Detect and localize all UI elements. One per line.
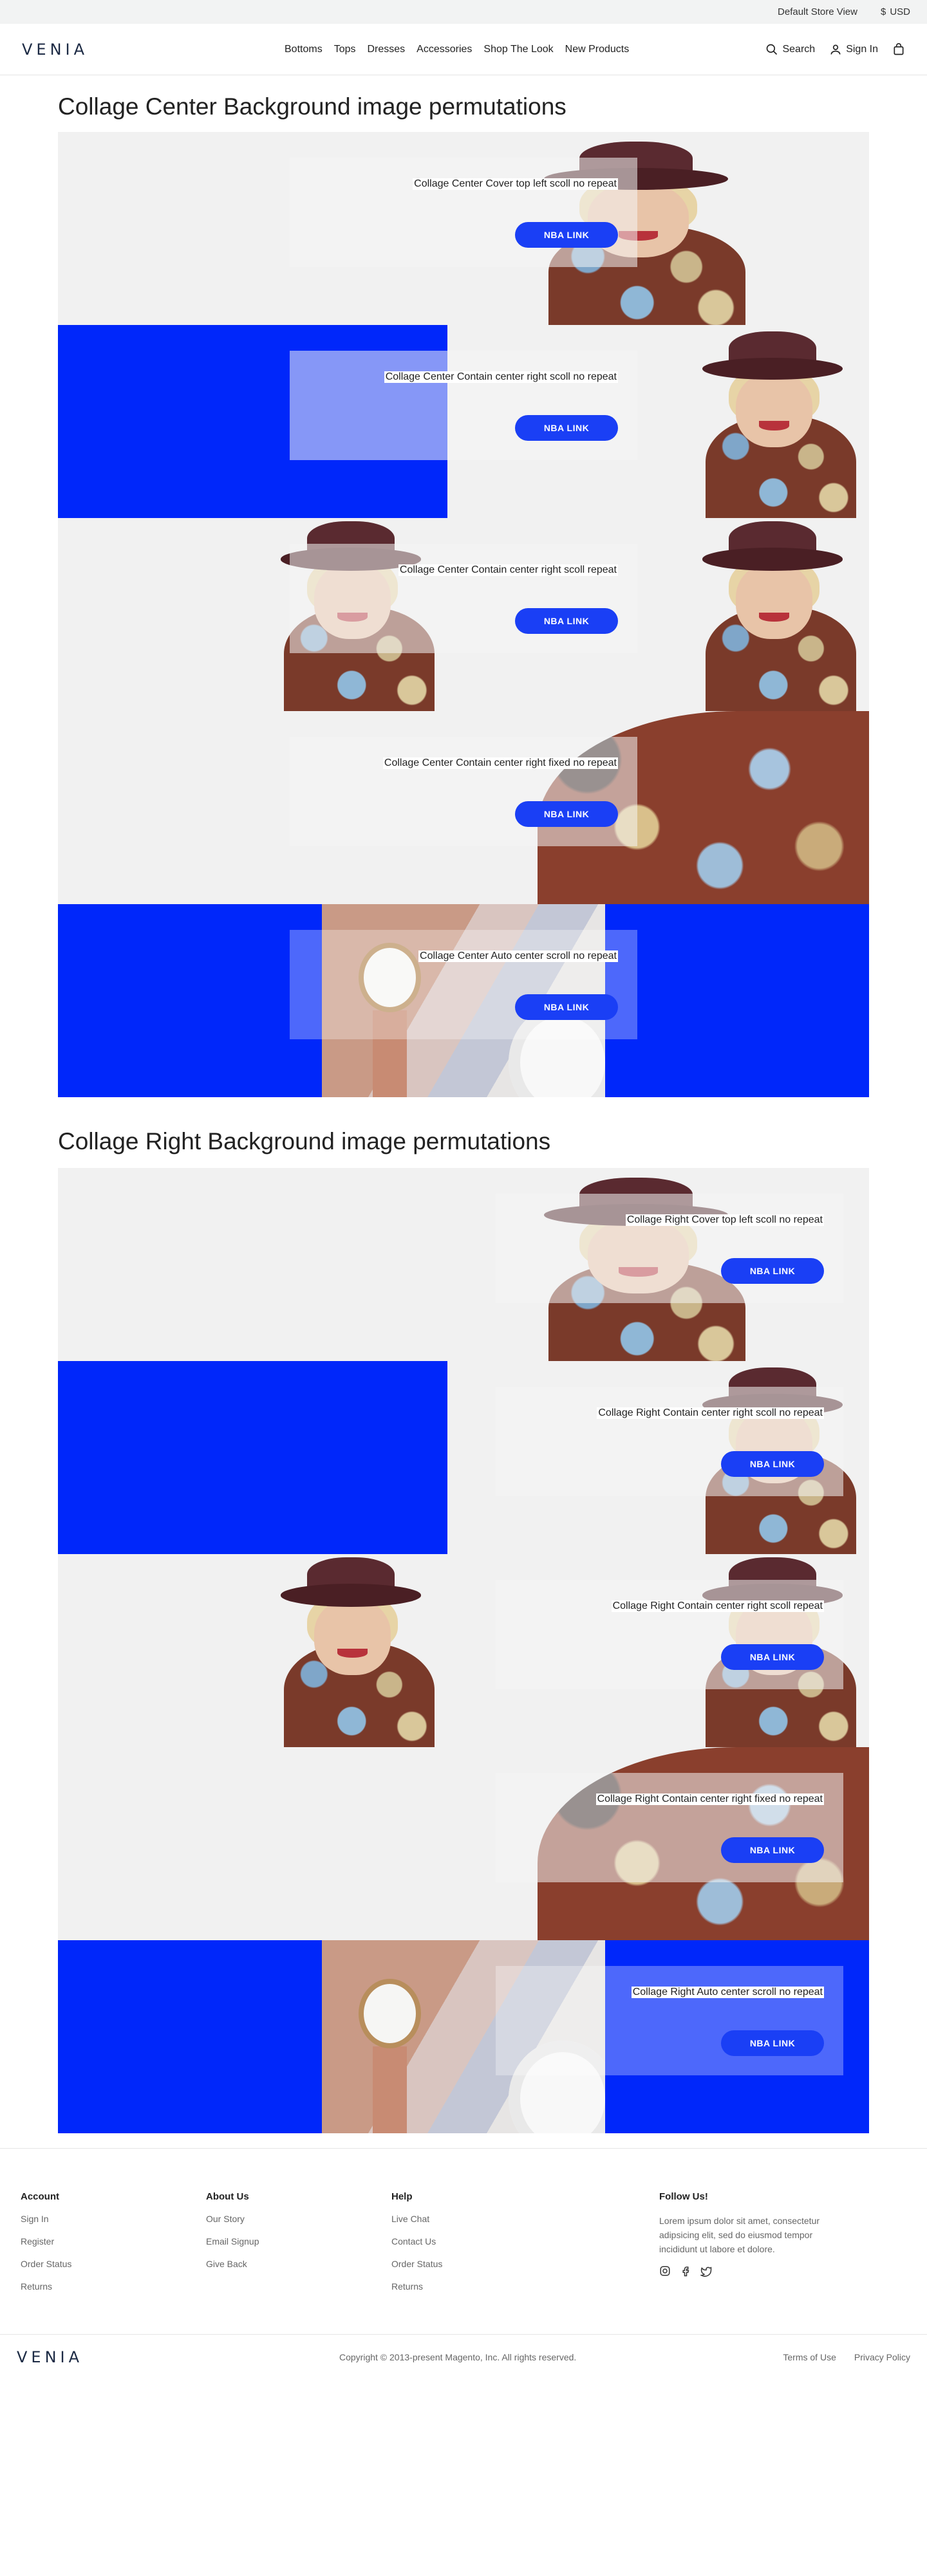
content-box: Collage Right Cover top left scoll no re… (496, 1194, 843, 1303)
footer-heading: Follow Us! (659, 2191, 708, 2202)
nav-dresses[interactable]: Dresses (367, 44, 405, 55)
tile-label: Collage Right Contain center right scoll… (611, 1600, 824, 1612)
currency-switcher[interactable]: $ USD (881, 6, 910, 17)
collage-tile: Collage Right Contain center right scoll… (58, 1554, 869, 1747)
copyright: Copyright © 2013-present Magento, Inc. A… (339, 2351, 577, 2362)
content-box: Collage Center Cover top left scoll no r… (290, 158, 637, 267)
nav-bottoms[interactable]: Bottoms (285, 44, 323, 55)
footer-bottom-bar: VENIA Copyright © 2013-present Magento, … (0, 2334, 927, 2379)
section-title: Collage Center Background image permutat… (58, 93, 566, 120)
nav-tops[interactable]: Tops (334, 44, 356, 55)
footer-link-register[interactable]: Register (21, 2236, 71, 2247)
footer-link-order-status[interactable]: Order Status (391, 2259, 442, 2269)
woman-image (689, 521, 856, 711)
legal-links: Terms of Use Privacy Policy (783, 2352, 910, 2362)
twitter-icon[interactable] (700, 2265, 712, 2277)
terms-of-use-link[interactable]: Terms of Use (783, 2352, 836, 2362)
nba-link-button[interactable]: NBA LINK (515, 994, 618, 1020)
search-button[interactable]: Search (765, 43, 815, 56)
search-icon (767, 44, 778, 55)
tile-label: Collage Right Cover top left scoll no re… (625, 1214, 824, 1226)
content-box: Collage Center Contain center right scol… (290, 351, 637, 460)
user-icon (830, 44, 841, 55)
social-links (659, 2265, 827, 2277)
footer-link-sign-in[interactable]: Sign In (21, 2214, 71, 2224)
nba-link-button[interactable]: NBA LINK (721, 1258, 824, 1284)
content-box: Collage Right Contain center right scoll… (496, 1387, 843, 1496)
search-label: Search (782, 43, 816, 55)
nba-link-button[interactable]: NBA LINK (721, 1837, 824, 1863)
nba-link-button[interactable]: NBA LINK (515, 415, 618, 441)
collage-tile: Collage Center Contain center right scol… (58, 325, 869, 518)
logo[interactable]: VENIA (22, 41, 88, 59)
content-box: Collage Right Auto center scroll no repe… (496, 1966, 843, 2075)
privacy-policy-link[interactable]: Privacy Policy (854, 2352, 910, 2362)
tile-label: Collage Right Auto center scroll no repe… (631, 1987, 824, 1998)
site-footer: Account Sign In Register Order Status Re… (0, 2148, 927, 2292)
footer-about-column: About Us Our Story Email Signup Give Bac… (206, 2191, 259, 2281)
tile-label: Collage Center Cover top left scoll no r… (413, 178, 618, 190)
collage-tile: Collage Right Contain center right scoll… (58, 1361, 869, 1554)
tile-label: Collage Center Contain center right scol… (384, 371, 618, 383)
tile-label: Collage Right Contain center right scoll… (597, 1407, 824, 1419)
footer-heading: Account (21, 2191, 59, 2202)
nav-new-products[interactable]: New Products (565, 44, 630, 55)
footer-heading: About Us (206, 2191, 249, 2202)
footer-link-returns[interactable]: Returns (391, 2281, 442, 2292)
sign-in-label: Sign In (846, 43, 878, 55)
content-box: Collage Center Contain center right fixe… (290, 737, 637, 846)
footer-link-email-signup[interactable]: Email Signup (206, 2236, 259, 2247)
footer-link-returns[interactable]: Returns (21, 2281, 71, 2292)
nba-link-button[interactable]: NBA LINK (721, 2030, 824, 2056)
nav-accessories[interactable]: Accessories (417, 44, 472, 55)
blue-block (58, 1361, 447, 1554)
nba-link-button[interactable]: NBA LINK (515, 801, 618, 827)
collage-tile: Collage Center Contain center right fixe… (58, 711, 869, 904)
footer-link-contact-us[interactable]: Contact Us (391, 2236, 442, 2247)
store-switcher[interactable]: Default Store View (778, 6, 857, 17)
content-box: Collage Right Contain center right scoll… (496, 1580, 843, 1689)
site-header: VENIA Bottoms Tops Dresses Accessories S… (0, 24, 927, 75)
tile-label: Collage Center Contain center right fixe… (382, 757, 618, 769)
collage-tile: Collage Right Auto center scroll no repe… (58, 1940, 869, 2133)
currency-symbol: $ (880, 6, 886, 17)
nba-link-button[interactable]: NBA LINK (515, 222, 618, 248)
collage-tile: Collage Right Contain center right fixed… (58, 1747, 869, 1940)
main-nav: Bottoms Tops Dresses Accessories Shop Th… (285, 44, 629, 55)
footer-link-order-status[interactable]: Order Status (21, 2259, 71, 2269)
footer-follow-column: Follow Us! Lorem ipsum dolor sit amet, c… (659, 2191, 827, 2277)
collage-tile: Collage Center Contain center right scol… (58, 518, 869, 711)
collage-tile: Collage Center Cover top left scoll no r… (58, 132, 869, 325)
section-title: Collage Right Background image permutati… (58, 1128, 551, 1154)
footer-heading: Help (391, 2191, 413, 2202)
footer-account-column: Account Sign In Register Order Status Re… (21, 2191, 71, 2304)
footer-help-column: Help Live Chat Contact Us Order Status R… (391, 2191, 442, 2304)
footer-follow-text: Lorem ipsum dolor sit amet, consectetur … (659, 2216, 819, 2254)
currency-code: USD (890, 6, 910, 17)
tile-label: Collage Center Auto center scroll no rep… (418, 950, 618, 962)
footer-logo[interactable]: VENIA (17, 2348, 83, 2366)
sign-in-button[interactable]: Sign In (829, 43, 878, 56)
content-box: Collage Right Contain center right fixed… (496, 1773, 843, 1882)
collage-tile: Collage Right Cover top left scoll no re… (58, 1168, 869, 1361)
instagram-icon[interactable] (659, 2265, 671, 2277)
footer-link-live-chat[interactable]: Live Chat (391, 2214, 442, 2224)
tile-label: Collage Center Contain center right scol… (398, 564, 618, 576)
nba-link-button[interactable]: NBA LINK (515, 608, 618, 634)
footer-link-our-story[interactable]: Our Story (206, 2214, 259, 2224)
content-box: Collage Center Contain center right scol… (290, 544, 637, 653)
woman-image (689, 331, 856, 518)
content-box: Collage Center Auto center scroll no rep… (290, 930, 637, 1039)
nba-link-button[interactable]: NBA LINK (721, 1451, 824, 1477)
top-bar: Default Store View $ USD (0, 0, 927, 24)
header-actions: Search Sign In (765, 42, 905, 56)
cart-icon[interactable] (892, 42, 905, 56)
nav-shop-the-look[interactable]: Shop The Look (483, 44, 553, 55)
nba-link-button[interactable]: NBA LINK (721, 1644, 824, 1670)
collage-tile: Collage Center Auto center scroll no rep… (58, 904, 869, 1097)
footer-link-give-back[interactable]: Give Back (206, 2259, 259, 2269)
tile-label: Collage Right Contain center right fixed… (595, 1793, 824, 1805)
facebook-icon[interactable] (680, 2265, 691, 2277)
woman-image (267, 1557, 435, 1747)
